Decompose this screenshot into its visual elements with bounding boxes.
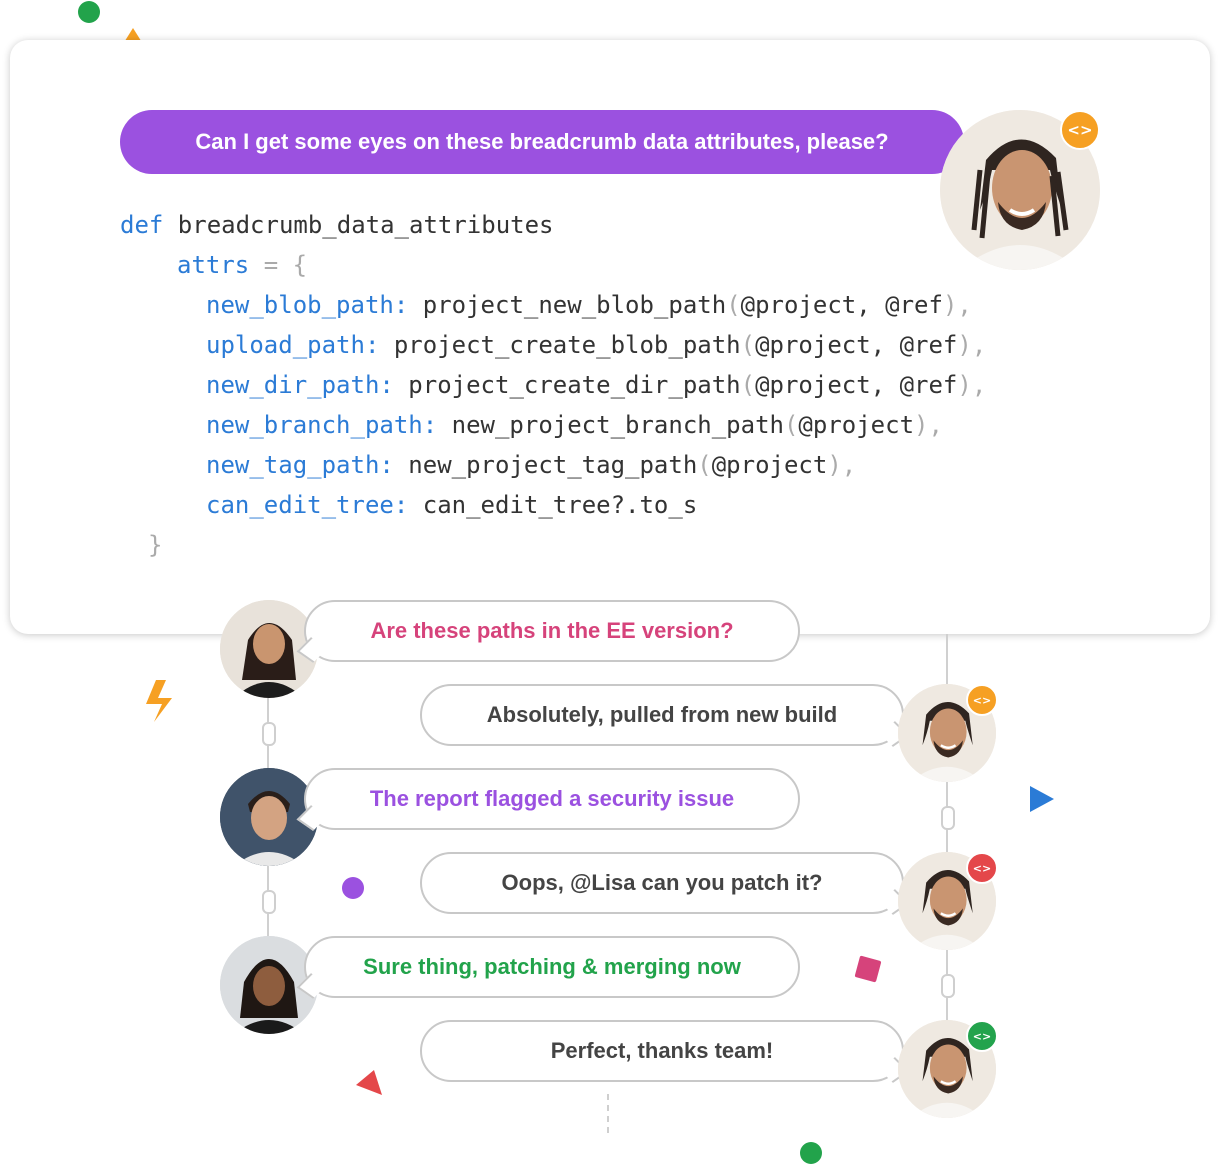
thread-link [941, 974, 955, 998]
confetti-red-triangle [356, 1070, 382, 1095]
code-line-7: new_tag_path: new_project_tag_path(@proj… [206, 451, 857, 479]
message-bubble-2: Absolutely, pulled from new build [420, 684, 904, 746]
code-line-6: new_branch_path: new_project_branch_path… [206, 411, 943, 439]
review-request-bubble: Can I get some eyes on these breadcrumb … [120, 110, 964, 174]
code-line-2: attrs = { [177, 251, 308, 279]
code-brackets-icon: <> [966, 684, 998, 716]
message-text-6: Perfect, thanks team! [550, 1038, 774, 1063]
code-line-9: } [148, 531, 163, 559]
message-text-1: Are these paths in the EE version? [370, 618, 734, 643]
confetti-blue-triangle [1030, 786, 1054, 812]
thread-link [262, 890, 276, 914]
message-bubble-6: Perfect, thanks team! [420, 1020, 904, 1082]
message-bubble-3: The report flagged a security issue [304, 768, 800, 830]
message-text-5: Sure thing, patching & merging now [363, 954, 741, 979]
code-brackets-icon: <> [966, 852, 998, 884]
code-line-5: new_dir_path: project_create_dir_path(@p… [206, 371, 987, 399]
thread-link [262, 722, 276, 746]
confetti-green-dot [78, 1, 100, 23]
message-bubble-1: Are these paths in the EE version? [304, 600, 800, 662]
code-brackets-icon: <> [1060, 110, 1100, 150]
thread-continuation-dashes [607, 1094, 609, 1136]
message-text-2: Absolutely, pulled from new build [486, 702, 838, 727]
code-line-3: new_blob_path: project_new_blob_path(@pr… [206, 291, 972, 319]
code-line-1: def breadcrumb_data_attributes [120, 211, 554, 239]
confetti-purple-dot [342, 877, 364, 899]
code-line-4: upload_path: project_create_blob_path(@p… [206, 331, 987, 359]
code-line-8: can_edit_tree: can_edit_tree?.to_s [206, 491, 698, 519]
confetti-pink-square [854, 955, 882, 983]
thread-line-right [946, 634, 948, 688]
confetti-green-dot-bottom [800, 1142, 822, 1164]
thread-link [941, 806, 955, 830]
message-bubble-5: Sure thing, patching & merging now [304, 936, 800, 998]
review-request-text: Can I get some eyes on these breadcrumb … [195, 129, 889, 154]
message-text-4: Oops, @Lisa can you patch it? [501, 870, 823, 895]
code-brackets-icon: <> [966, 1020, 998, 1052]
message-bubble-4: Oops, @Lisa can you patch it? [420, 852, 904, 914]
message-text-3: The report flagged a security issue [369, 786, 735, 811]
confetti-orange-bolt [146, 680, 172, 722]
